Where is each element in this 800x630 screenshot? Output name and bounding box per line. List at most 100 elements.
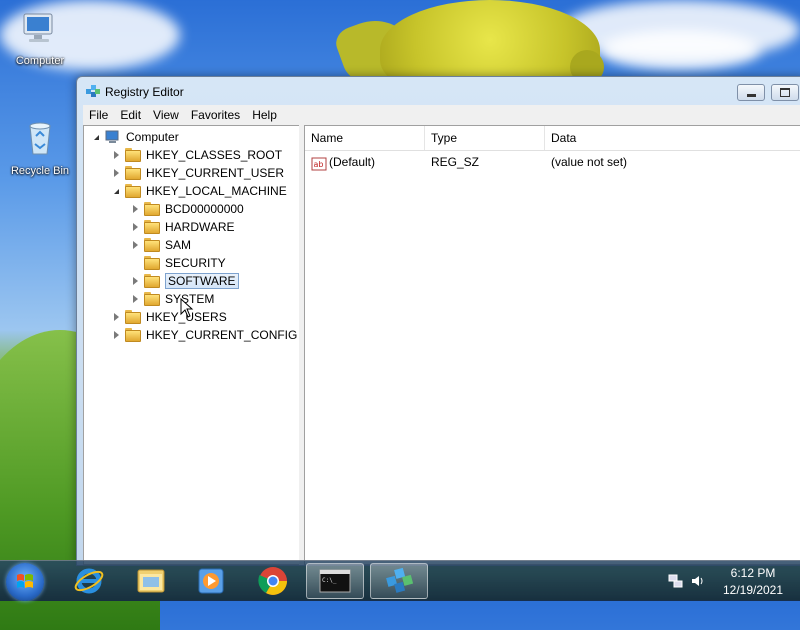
windows-explorer-icon: [137, 569, 165, 593]
collapse-icon[interactable]: [94, 134, 99, 140]
volume-icon[interactable]: [690, 573, 706, 589]
tree-item-hkey-current-user[interactable]: HKEY_CURRENT_USER: [114, 164, 284, 182]
maximize-icon: [780, 88, 790, 97]
tree-item-label: HKEY_CURRENT_USER: [146, 166, 285, 180]
tree-item-hkey-local-machine[interactable]: HKEY_LOCAL_MACHINE: [114, 182, 287, 200]
registry-editor-window: Registry Editor File Edit View Favorites…: [76, 76, 800, 566]
tree-item-hkey-current-config[interactable]: HKEY_CURRENT_CONFIG: [114, 326, 297, 344]
folder-icon: [125, 166, 141, 180]
value-name: (Default): [329, 155, 376, 169]
clock[interactable]: 6:12 PM 12/19/2021: [712, 566, 794, 597]
tree-item-label: HKEY_CLASSES_ROOT: [146, 148, 283, 162]
tree-item-bcd00000000[interactable]: BCD00000000: [133, 200, 244, 218]
menu-favorites[interactable]: Favorites: [185, 108, 246, 122]
tree-item-hkey-classes-root[interactable]: HKEY_CLASSES_ROOT: [114, 146, 282, 164]
value-data: (value not set): [551, 155, 628, 169]
registry-tree[interactable]: Computer HKEY_CLASSES_ROOT HKEY_CURRENT_…: [83, 125, 301, 565]
taskbar-chrome[interactable]: [244, 563, 302, 599]
tree-item-label: BCD00000000: [165, 202, 244, 216]
expand-icon[interactable]: [114, 169, 119, 177]
expand-icon[interactable]: [114, 313, 119, 321]
column-name[interactable]: Name: [305, 126, 425, 150]
tree-item-hardware[interactable]: HARDWARE: [133, 218, 235, 236]
registry-editor-icon: [86, 85, 100, 97]
svg-text:ab: ab: [314, 160, 324, 169]
menu-bar: File Edit View Favorites Help: [83, 105, 800, 125]
system-tray: 6:12 PM 12/19/2021: [660, 561, 800, 601]
taskbar-windows-explorer[interactable]: [122, 563, 180, 599]
windows-logo-icon: [17, 574, 33, 588]
tree-item-software[interactable]: SOFTWARE: [133, 272, 239, 290]
list-item[interactable]: ab (Default) REG_SZ (value not set): [305, 152, 800, 172]
menu-file[interactable]: File: [83, 108, 114, 122]
column-data[interactable]: Data: [545, 126, 795, 150]
folder-icon: [125, 148, 141, 162]
values-list[interactable]: Name Type Data ab (Default) REG_SZ (valu…: [304, 125, 800, 565]
svg-text:C:\_: C:\_: [322, 577, 337, 584]
tree-item-label: SOFTWARE: [165, 273, 239, 289]
expand-icon[interactable]: [114, 331, 119, 339]
taskbar-command-prompt[interactable]: C:\_: [306, 563, 364, 599]
tree-item-system[interactable]: SYSTEM: [133, 290, 214, 308]
taskbar-media-player[interactable]: [182, 563, 240, 599]
expand-icon[interactable]: [133, 277, 138, 285]
command-prompt-icon: C:\_: [319, 569, 351, 593]
tree-item-computer[interactable]: Computer: [94, 128, 179, 146]
taskbar-internet-explorer[interactable]: [60, 563, 118, 599]
computer-icon: [105, 130, 119, 143]
taskbar-registry-editor[interactable]: [370, 563, 428, 599]
title-bar[interactable]: Registry Editor: [77, 77, 800, 105]
network-icon[interactable]: [668, 573, 684, 589]
expand-icon[interactable]: [133, 205, 138, 213]
start-button[interactable]: [6, 563, 44, 601]
desktop-icon-label: Recycle Bin: [10, 165, 70, 177]
folder-icon: [125, 328, 141, 342]
media-player-icon: [198, 568, 224, 594]
menu-view[interactable]: View: [147, 108, 185, 122]
desktop-recycle-bin[interactable]: Recycle Bin: [4, 118, 76, 177]
maximize-button[interactable]: [771, 84, 799, 101]
expand-icon[interactable]: [133, 241, 138, 249]
folder-icon: [144, 256, 160, 270]
taskbar: C:\_ 6:12 PM 12/19/2021: [0, 560, 800, 601]
desktop-icon-label: Computer: [15, 55, 65, 67]
tree-item-label: HKEY_LOCAL_MACHINE: [146, 184, 287, 198]
folder-icon: [144, 292, 160, 306]
cloud: [600, 30, 760, 70]
internet-explorer-icon: [74, 568, 104, 594]
expand-icon[interactable]: [133, 295, 138, 303]
folder-icon: [125, 184, 141, 198]
minimize-button[interactable]: [737, 84, 765, 101]
chrome-icon: [258, 567, 287, 595]
tree-item-label: HKEY_CURRENT_CONFIG: [146, 328, 298, 342]
value-type: REG_SZ: [431, 155, 480, 169]
tree-item-label: SECURITY: [165, 256, 226, 270]
desktop-computer[interactable]: Computer: [4, 8, 76, 67]
folder-icon: [144, 220, 160, 234]
expand-icon[interactable]: [114, 151, 119, 159]
tree-item-label: Computer: [126, 130, 179, 144]
string-value-icon: ab: [311, 157, 327, 171]
column-type[interactable]: Type: [425, 126, 545, 150]
folder-icon: [144, 274, 160, 288]
folder-icon: [144, 238, 160, 252]
menu-edit[interactable]: Edit: [114, 108, 147, 122]
tree-item-security[interactable]: SECURITY: [133, 254, 226, 272]
registry-editor-icon: [386, 567, 414, 593]
minimize-icon: [746, 93, 756, 97]
tree-item-hkey-users[interactable]: HKEY_USERS: [114, 308, 227, 326]
folder-icon: [125, 310, 141, 324]
editor-client-area: Computer HKEY_CLASSES_ROOT HKEY_CURRENT_…: [83, 125, 800, 565]
mouse-cursor-icon: [180, 298, 194, 318]
tree-item-label: HARDWARE: [165, 220, 235, 234]
tree-item-sam[interactable]: SAM: [133, 236, 191, 254]
window-title: Registry Editor: [105, 85, 184, 99]
collapse-icon[interactable]: [114, 188, 119, 194]
tree-item-label: SAM: [165, 238, 192, 252]
expand-icon[interactable]: [133, 223, 138, 231]
clock-date: 12/19/2021: [722, 583, 784, 597]
list-header: Name Type Data: [305, 126, 800, 151]
clock-time: 6:12 PM: [730, 566, 776, 580]
folder-icon: [144, 202, 160, 216]
menu-help[interactable]: Help: [246, 108, 283, 122]
